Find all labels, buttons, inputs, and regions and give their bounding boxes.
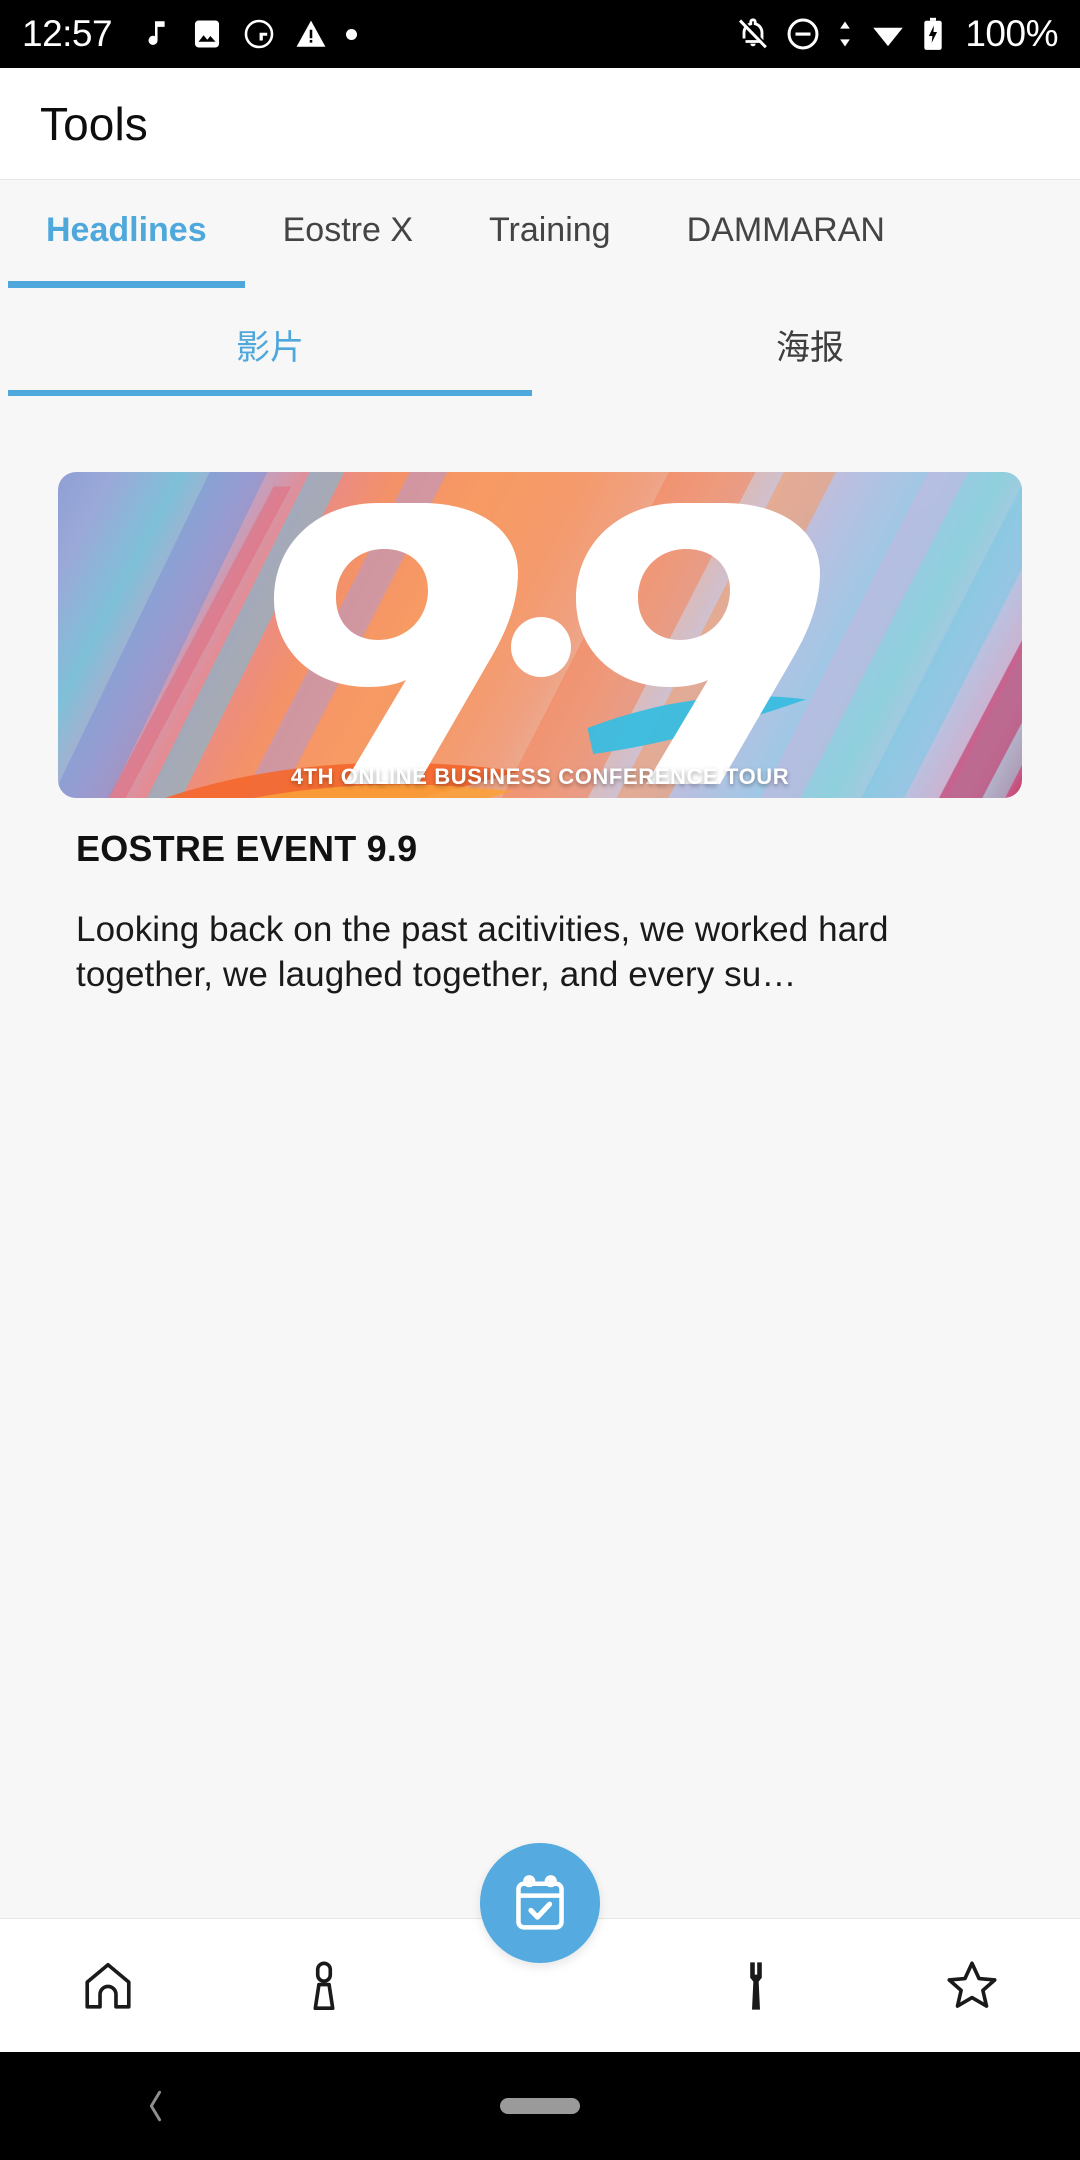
- secondary-tab-bar[interactable]: 影片 海报: [0, 292, 1080, 396]
- g-circle-icon: [244, 19, 274, 49]
- hero-caption: 4TH ONLINE BUSINESS CONFERENCE TOUR: [290, 764, 790, 789]
- tab-eostre-x-label: Eostre X: [282, 210, 414, 249]
- warning-triangle-icon: [296, 20, 326, 47]
- tab-poster-label: 海报: [776, 328, 844, 367]
- image-icon: [195, 20, 220, 48]
- dot-icon: [346, 28, 358, 40]
- status-bar-system-icons: 100%: [735, 13, 1058, 55]
- back-chevron-icon[interactable]: [138, 2084, 172, 2128]
- person-icon: [313, 1960, 335, 2010]
- calendar-check-icon: [516, 1875, 564, 1930]
- article-title: EOSTRE EVENT 9.9: [76, 828, 418, 869]
- tab-video[interactable]: 影片: [0, 292, 540, 396]
- home-icon: [85, 1962, 131, 2009]
- status-bar-clock: 12:57: [22, 13, 113, 54]
- nav-item-tools[interactable]: [648, 1957, 864, 2015]
- nav-item-profile[interactable]: [216, 1957, 432, 2015]
- wrench-icon: [750, 1961, 762, 2010]
- status-bar-notification-icons: [138, 17, 358, 51]
- hero-nine-point-nine: [274, 503, 820, 784]
- nav-item-home[interactable]: [0, 1957, 216, 2015]
- nav-item-favorites[interactable]: [864, 1957, 1080, 2015]
- tab-dammaran[interactable]: DAMMARAN: [649, 180, 923, 280]
- tab-training[interactable]: Training: [451, 180, 649, 280]
- content-area: Headlines Eostre X Training DAMMARAN 影片 …: [0, 180, 1080, 1918]
- battery-percent-label: 100%: [965, 13, 1058, 54]
- tab-poster[interactable]: 海报: [540, 292, 1080, 396]
- page-title: Tools: [40, 97, 148, 150]
- phone-screen: 12:57 100% Tools Headlines Eostre X Trai…: [0, 0, 1080, 2160]
- tab-video-label: 影片: [236, 328, 304, 367]
- music-note-icon: [148, 21, 165, 45]
- wifi-icon: [873, 27, 904, 47]
- article-hero-image[interactable]: 4TH ONLINE BUSINESS CONFERENCE TOUR: [58, 472, 1022, 798]
- data-transfer-icon: [840, 21, 851, 47]
- tab-headlines[interactable]: Headlines: [8, 180, 245, 288]
- primary-tab-bar[interactable]: Headlines Eostre X Training DAMMARAN: [0, 180, 1080, 288]
- status-bar: 12:57 100%: [0, 0, 1080, 68]
- do-not-disturb-icon: [787, 18, 819, 50]
- calendar-fab-button[interactable]: [480, 1843, 600, 1963]
- app-bar: Tools: [0, 68, 1080, 180]
- android-navigation-bar[interactable]: [0, 2052, 1080, 2160]
- tab-eostre-x[interactable]: Eostre X: [245, 180, 451, 280]
- hero-number-group: [58, 472, 1022, 798]
- home-pill-handle[interactable]: [500, 2098, 580, 2114]
- battery-charging-icon: [924, 17, 943, 50]
- tab-headlines-label: Headlines: [46, 210, 207, 249]
- article-description: Looking back on the past acitivities, we…: [76, 910, 889, 994]
- tab-training-label: Training: [489, 210, 611, 249]
- bell-off-icon: [739, 18, 770, 49]
- tab-dammaran-label: DAMMARAN: [686, 210, 885, 249]
- article-card[interactable]: 4TH ONLINE BUSINESS CONFERENCE TOUR EOST…: [0, 396, 1080, 998]
- bottom-navigation-bar[interactable]: [0, 1843, 1080, 2052]
- star-icon: [947, 1960, 997, 2008]
